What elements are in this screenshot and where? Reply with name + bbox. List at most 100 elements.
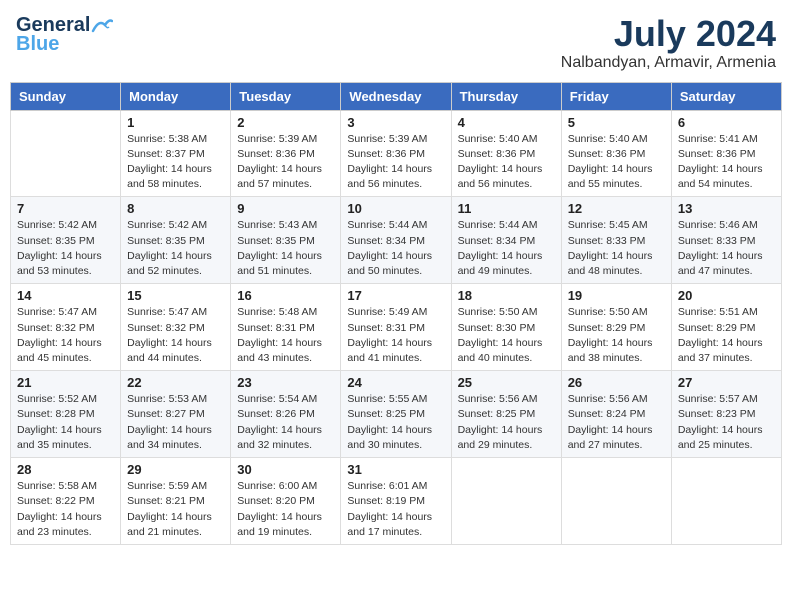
month-title: July 2024 (561, 14, 776, 54)
day-number: 11 (458, 201, 555, 216)
calendar-table: SundayMondayTuesdayWednesdayThursdayFrid… (10, 82, 782, 545)
calendar-cell: 22 Sunrise: 5:53 AMSunset: 8:27 PMDayligh… (121, 371, 231, 458)
calendar-cell: 10Sunrise: 5:44 AMSunset: 8:34 PMDayligh… (341, 197, 451, 284)
day-info: Sunrise: 5:49 AMSunset: 8:31 PMDaylight:… (347, 305, 444, 366)
day-number: 27 (678, 375, 775, 390)
day-number: 4 (458, 115, 555, 130)
day-info: Sunrise: 5:46 AMSunset: 8:33 PMDaylight:… (678, 218, 775, 279)
calendar-cell (561, 458, 671, 545)
day-number: 18 (458, 288, 555, 303)
day-info: Sunrise: 5:54 AMSunset: 8:26 PMDaylight:… (237, 392, 334, 453)
day-number: 17 (347, 288, 444, 303)
day-info: Sunrise: 5:45 AMSunset: 8:33 PMDaylight:… (568, 218, 665, 279)
day-info: Sunrise: 5:40 AMSunset: 8:36 PMDaylight:… (458, 132, 555, 193)
day-info: Sunrise: 5:42 AMSunset: 8:35 PMDaylight:… (127, 218, 224, 279)
calendar-cell: 17 Sunrise: 5:49 AMSunset: 8:31 PMDayligh… (341, 284, 451, 371)
calendar-cell: 23 Sunrise: 5:54 AMSunset: 8:26 PMDayligh… (231, 371, 341, 458)
calendar-cell: 30 Sunrise: 6:00 AMSunset: 8:20 PMDayligh… (231, 458, 341, 545)
calendar-cell: 7Sunrise: 5:42 AMSunset: 8:35 PMDaylight… (11, 197, 121, 284)
location-subtitle: Nalbandyan, Armavir, Armenia (561, 54, 776, 72)
calendar-cell: 12 Sunrise: 5:45 AMSunset: 8:33 PMDayligh… (561, 197, 671, 284)
calendar-cell: 26 Sunrise: 5:56 AMSunset: 8:24 PMDayligh… (561, 371, 671, 458)
day-number: 30 (237, 462, 334, 477)
calendar-cell: 3 Sunrise: 5:39 AMSunset: 8:36 PMDaylight… (341, 110, 451, 197)
title-section: July 2024 Nalbandyan, Armavir, Armenia (561, 14, 776, 72)
calendar-week-row: 28 Sunrise: 5:58 AMSunset: 8:22 PMDayligh… (11, 458, 782, 545)
day-number: 16 (237, 288, 334, 303)
logo: General Blue (16, 14, 114, 56)
calendar-cell (11, 110, 121, 197)
day-info: Sunrise: 6:01 AMSunset: 8:19 PMDaylight:… (347, 479, 444, 540)
day-number: 25 (458, 375, 555, 390)
page-header: General Blue July 2024 Nalbandyan, Armav… (10, 10, 782, 76)
weekday-header: Sunday (11, 82, 121, 110)
calendar-cell: 18 Sunrise: 5:50 AMSunset: 8:30 PMDayligh… (451, 284, 561, 371)
day-number: 6 (678, 115, 775, 130)
calendar-cell: 5Sunrise: 5:40 AMSunset: 8:36 PMDaylight… (561, 110, 671, 197)
day-number: 12 (568, 201, 665, 216)
day-info: Sunrise: 5:53 AMSunset: 8:27 PMDaylight:… (127, 392, 224, 453)
day-info: Sunrise: 5:47 AMSunset: 8:32 PMDaylight:… (127, 305, 224, 366)
calendar-cell: 1Sunrise: 5:38 AMSunset: 8:37 PMDaylight… (121, 110, 231, 197)
day-number: 28 (17, 462, 114, 477)
calendar-cell: 20Sunrise: 5:51 AMSunset: 8:29 PMDayligh… (671, 284, 781, 371)
day-number: 31 (347, 462, 444, 477)
day-number: 29 (127, 462, 224, 477)
weekday-header: Monday (121, 82, 231, 110)
calendar-week-row: 1Sunrise: 5:38 AMSunset: 8:37 PMDaylight… (11, 110, 782, 197)
day-number: 3 (347, 115, 444, 130)
logo-bird-icon (91, 17, 113, 35)
day-info: Sunrise: 5:56 AMSunset: 8:24 PMDaylight:… (568, 392, 665, 453)
day-number: 15 (127, 288, 224, 303)
day-number: 8 (127, 201, 224, 216)
day-info: Sunrise: 5:59 AMSunset: 8:21 PMDaylight:… (127, 479, 224, 540)
calendar-week-row: 14Sunrise: 5:47 AMSunset: 8:32 PMDayligh… (11, 284, 782, 371)
calendar-cell: 28 Sunrise: 5:58 AMSunset: 8:22 PMDayligh… (11, 458, 121, 545)
calendar-cell: 29 Sunrise: 5:59 AMSunset: 8:21 PMDayligh… (121, 458, 231, 545)
day-number: 5 (568, 115, 665, 130)
day-number: 21 (17, 375, 114, 390)
logo-blue: Blue (16, 33, 59, 56)
calendar-cell (451, 458, 561, 545)
day-info: Sunrise: 6:00 AMSunset: 8:20 PMDaylight:… (237, 479, 334, 540)
calendar-cell (671, 458, 781, 545)
calendar-cell: 8 Sunrise: 5:42 AMSunset: 8:35 PMDaylight… (121, 197, 231, 284)
day-number: 23 (237, 375, 334, 390)
day-info: Sunrise: 5:51 AMSunset: 8:29 PMDaylight:… (678, 305, 775, 366)
weekday-header: Saturday (671, 82, 781, 110)
day-number: 13 (678, 201, 775, 216)
calendar-cell: 19Sunrise: 5:50 AMSunset: 8:29 PMDayligh… (561, 284, 671, 371)
day-number: 9 (237, 201, 334, 216)
calendar-cell: 13 Sunrise: 5:46 AMSunset: 8:33 PMDayligh… (671, 197, 781, 284)
calendar-cell: 9 Sunrise: 5:43 AMSunset: 8:35 PMDaylight… (231, 197, 341, 284)
day-info: Sunrise: 5:58 AMSunset: 8:22 PMDaylight:… (17, 479, 114, 540)
day-info: Sunrise: 5:44 AMSunset: 8:34 PMDaylight:… (458, 218, 555, 279)
day-number: 10 (347, 201, 444, 216)
weekday-header: Thursday (451, 82, 561, 110)
day-info: Sunrise: 5:52 AMSunset: 8:28 PMDaylight:… (17, 392, 114, 453)
calendar-cell: 15 Sunrise: 5:47 AMSunset: 8:32 PMDayligh… (121, 284, 231, 371)
day-info: Sunrise: 5:50 AMSunset: 8:29 PMDaylight:… (568, 305, 665, 366)
day-info: Sunrise: 5:47 AMSunset: 8:32 PMDaylight:… (17, 305, 114, 366)
day-number: 2 (237, 115, 334, 130)
day-info: Sunrise: 5:55 AMSunset: 8:25 PMDaylight:… (347, 392, 444, 453)
calendar-header-row: SundayMondayTuesdayWednesdayThursdayFrid… (11, 82, 782, 110)
day-info: Sunrise: 5:57 AMSunset: 8:23 PMDaylight:… (678, 392, 775, 453)
weekday-header: Wednesday (341, 82, 451, 110)
calendar-cell: 31 Sunrise: 6:01 AMSunset: 8:19 PMDayligh… (341, 458, 451, 545)
day-number: 24 (347, 375, 444, 390)
weekday-header: Tuesday (231, 82, 341, 110)
day-info: Sunrise: 5:43 AMSunset: 8:35 PMDaylight:… (237, 218, 334, 279)
calendar-cell: 4 Sunrise: 5:40 AMSunset: 8:36 PMDaylight… (451, 110, 561, 197)
calendar-cell: 6Sunrise: 5:41 AMSunset: 8:36 PMDaylight… (671, 110, 781, 197)
day-number: 22 (127, 375, 224, 390)
day-info: Sunrise: 5:50 AMSunset: 8:30 PMDaylight:… (458, 305, 555, 366)
calendar-week-row: 7Sunrise: 5:42 AMSunset: 8:35 PMDaylight… (11, 197, 782, 284)
day-info: Sunrise: 5:39 AMSunset: 8:36 PMDaylight:… (347, 132, 444, 193)
day-number: 1 (127, 115, 224, 130)
calendar-cell: 27 Sunrise: 5:57 AMSunset: 8:23 PMDayligh… (671, 371, 781, 458)
calendar-cell: 24 Sunrise: 5:55 AMSunset: 8:25 PMDayligh… (341, 371, 451, 458)
calendar-cell: 11 Sunrise: 5:44 AMSunset: 8:34 PMDayligh… (451, 197, 561, 284)
day-number: 26 (568, 375, 665, 390)
calendar-cell: 16Sunrise: 5:48 AMSunset: 8:31 PMDayligh… (231, 284, 341, 371)
